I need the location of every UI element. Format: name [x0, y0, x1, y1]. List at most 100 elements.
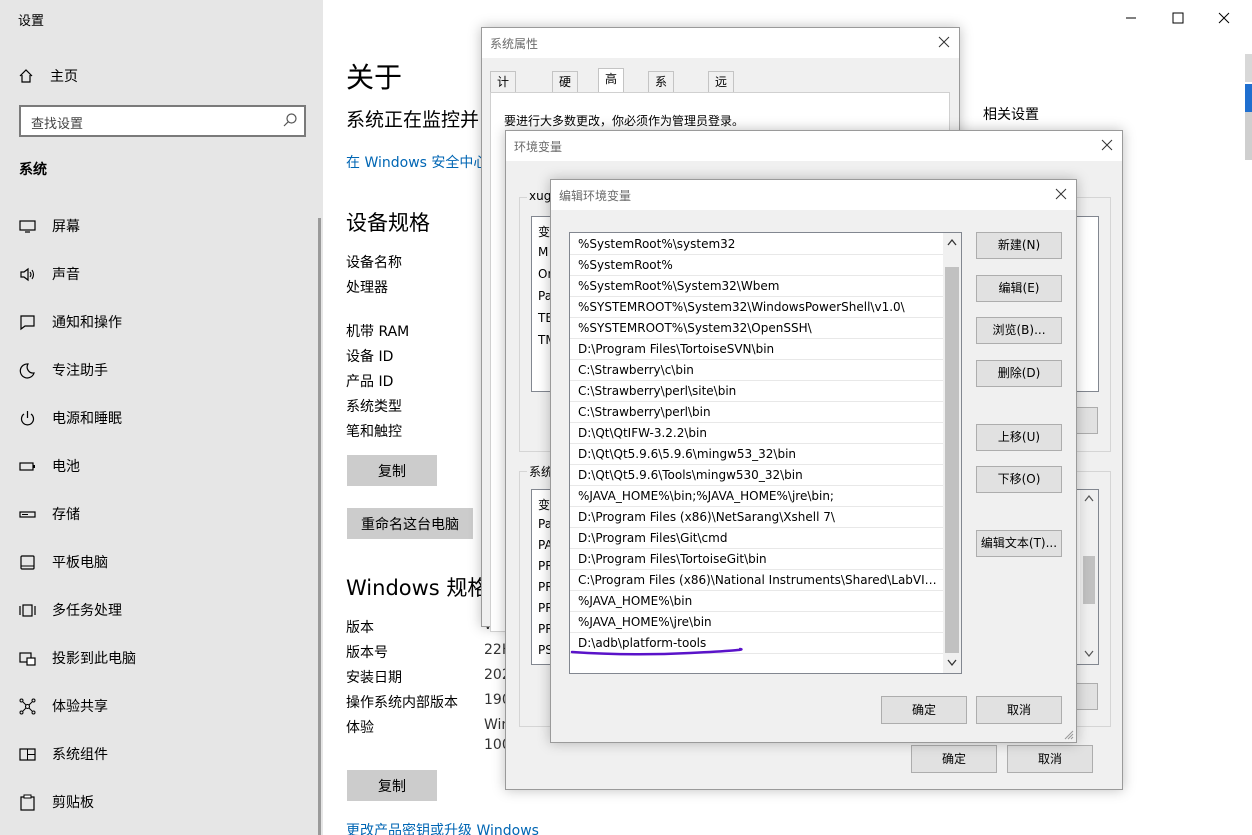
path-entry[interactable]: D:\Qt\Qt5.9.6\5.9.6\mingw53_32\bin [570, 444, 943, 465]
sidebar-item-label: 存储 [52, 507, 80, 523]
path-entry[interactable]: %JAVA_HOME%\bin;%JAVA_HOME%\jre\bin; [570, 486, 943, 507]
path-entry[interactable]: D:\Program Files (x86)\NetSarang\Xshell … [570, 507, 943, 528]
tab-system-protection[interactable]: 系统保护 [648, 71, 675, 149]
ok-button[interactable]: 确定 [881, 696, 967, 724]
security-center-link[interactable]: 在 Windows 安全中心 [346, 152, 487, 172]
sidebar-item-components[interactable]: 系统组件 [18, 743, 108, 765]
path-entry[interactable]: C:\Strawberry\perl\bin [570, 402, 943, 423]
tab-advanced[interactable]: 高级 [598, 68, 625, 106]
browse-button[interactable]: 浏览(B)... [976, 317, 1062, 344]
path-entry[interactable]: %SystemRoot%\System32\Wbem [570, 276, 943, 297]
windows-label: 安装日期 [346, 670, 402, 686]
path-list-scrollbar[interactable] [943, 233, 961, 673]
path-entry[interactable]: D:\Program Files\TortoiseSVN\bin [570, 339, 943, 360]
path-entry[interactable]: %SystemRoot%\system32 [570, 234, 943, 255]
scroll-thumb[interactable] [1083, 556, 1095, 604]
tab-remote[interactable]: 远程 [708, 71, 735, 109]
resize-grip-icon[interactable] [1064, 730, 1074, 740]
path-entry[interactable]: %JAVA_HOME%\bin [570, 591, 943, 612]
scroll-down-icon[interactable] [947, 659, 957, 667]
system-vars-scrollbar[interactable] [1080, 490, 1098, 664]
tab-hardware[interactable]: 硬件 [552, 71, 579, 109]
moon-icon [18, 361, 36, 379]
path-entry[interactable]: D:\Program Files\Git\cmd [570, 528, 943, 549]
close-icon[interactable] [1216, 10, 1232, 26]
path-entry[interactable]: C:\Strawberry\c\bin [570, 360, 943, 381]
sidebar-item-shared-experiences[interactable]: 体验共享 [18, 695, 108, 717]
edit-text-button[interactable]: 编辑文本(T)... [976, 530, 1062, 557]
sidebar-item-label: 通知和操作 [52, 315, 122, 331]
sidebar-item-battery[interactable]: 电池 [18, 455, 80, 477]
close-icon[interactable] [937, 35, 951, 49]
path-entry[interactable]: %JAVA_HOME%\jre\bin [570, 612, 943, 633]
minimize-icon[interactable] [1123, 10, 1139, 26]
sidebar-item-focus-assist[interactable]: 专注助手 [18, 359, 108, 381]
sidebar-item-sound[interactable]: 声音 [18, 263, 80, 285]
copy-button[interactable]: 复制 [347, 455, 437, 486]
path-entry[interactable]: %SYSTEMROOT%\System32\OpenSSH\ [570, 318, 943, 339]
close-icon[interactable] [1100, 138, 1114, 152]
device-label: 产品 ID [346, 374, 394, 390]
annotation-underline [570, 647, 743, 656]
settings-sidebar: 设置 主页 查找设置 系统 屏幕 声音 通知和操作 专注助手 电源和睡眠 电池 … [0, 0, 323, 835]
sidebar-scrollbar[interactable] [318, 218, 321, 835]
path-entry[interactable]: %SYSTEMROOT%\System32\WindowsPowerShell\… [570, 297, 943, 318]
sidebar-item-label: 体验共享 [52, 699, 108, 715]
path-entry[interactable]: C:\Strawberry\perl\site\bin [570, 381, 943, 402]
user-vars-button-edge[interactable] [1076, 407, 1098, 434]
home-label: 主页 [50, 69, 78, 85]
list-item[interactable]: 变 [538, 496, 550, 513]
project-icon [18, 649, 36, 667]
sidebar-item-storage[interactable]: 存储 [18, 503, 80, 525]
sidebar-item-label: 电池 [52, 459, 80, 475]
sidebar-item-project[interactable]: 投影到此电脑 [18, 647, 136, 669]
path-entry[interactable]: D:\Qt\QtIFW-3.2.2\bin [570, 423, 943, 444]
edge-strip [1245, 112, 1252, 160]
system-vars-button-edge[interactable] [1076, 683, 1098, 710]
edit-button[interactable]: 编辑(E) [976, 275, 1062, 302]
ok-button[interactable]: 确定 [911, 745, 997, 773]
sidebar-item-display[interactable]: 屏幕 [18, 215, 80, 237]
copy-button-2[interactable]: 复制 [347, 770, 437, 801]
product-key-link[interactable]: 更改产品密钥或升级 Windows [346, 820, 539, 835]
path-entry[interactable]: D:\Program Files\TortoiseGit\bin [570, 549, 943, 570]
rename-pc-button[interactable]: 重命名这台电脑 [347, 508, 473, 539]
scroll-up-icon[interactable] [947, 238, 957, 246]
dialog-title: 系统属性 [490, 37, 539, 51]
section-title: 系统 [19, 162, 47, 178]
maximize-icon[interactable] [1170, 10, 1186, 26]
move-down-button[interactable]: 下移(O) [976, 466, 1062, 493]
related-settings-title: 相关设置 [983, 107, 1039, 123]
delete-button[interactable]: 删除(D) [976, 360, 1062, 387]
sidebar-item-clipboard[interactable]: 剪贴板 [18, 791, 94, 813]
cancel-button[interactable]: 取消 [976, 696, 1062, 724]
sidebar-item-multitasking[interactable]: 多任务处理 [18, 599, 122, 621]
sidebar-item-label: 投影到此电脑 [52, 651, 136, 667]
list-item[interactable]: 变 [538, 223, 550, 240]
path-entry[interactable]: %SystemRoot% [570, 255, 943, 276]
home-icon [19, 69, 33, 83]
path-entries-list[interactable]: %SystemRoot%\system32 %SystemRoot% %Syst… [569, 232, 962, 674]
search-placeholder: 查找设置 [31, 117, 84, 132]
edge-strip [1245, 54, 1252, 82]
search-input[interactable]: 查找设置 [19, 105, 306, 137]
power-icon [18, 409, 36, 427]
new-button[interactable]: 新建(N) [976, 232, 1062, 259]
tab-computer-name[interactable]: 计算机名 [490, 71, 517, 149]
close-icon[interactable] [1054, 187, 1068, 201]
scroll-down-icon[interactable] [1084, 650, 1094, 658]
page-title: 关于 [346, 61, 403, 94]
monitor-text: 系统正在监控并 [346, 109, 480, 131]
path-entry[interactable]: C:\Program Files (x86)\National Instrume… [570, 570, 943, 591]
path-entry[interactable]: D:\Qt\Qt5.9.6\Tools\mingw530_32\bin [570, 465, 943, 486]
sidebar-item-power[interactable]: 电源和睡眠 [18, 407, 122, 429]
tablet-icon [18, 553, 36, 571]
move-up-button[interactable]: 上移(U) [976, 424, 1062, 451]
home-nav-item[interactable]: 主页 [18, 66, 78, 86]
sidebar-item-notifications[interactable]: 通知和操作 [18, 311, 122, 333]
cancel-button[interactable]: 取消 [1007, 745, 1093, 773]
sidebar-item-tablet[interactable]: 平板电脑 [18, 551, 108, 573]
list-item[interactable]: M [538, 245, 548, 259]
scroll-thumb[interactable] [945, 267, 959, 653]
scroll-up-icon[interactable] [1084, 494, 1094, 502]
